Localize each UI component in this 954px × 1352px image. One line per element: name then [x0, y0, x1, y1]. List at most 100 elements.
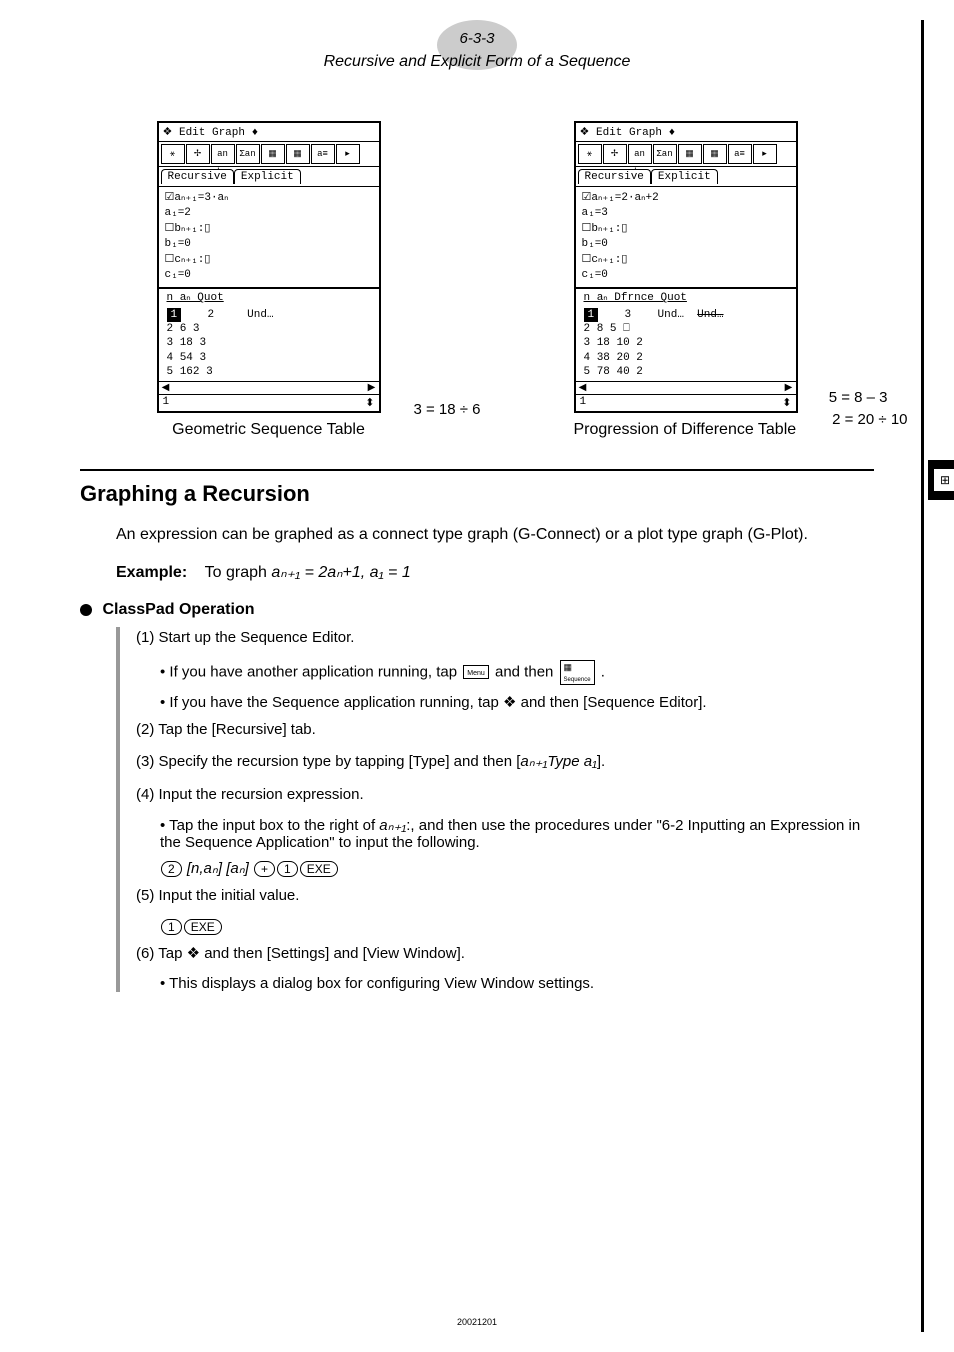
bullet-icon	[80, 604, 92, 616]
tab-explicit[interactable]: Explicit	[234, 169, 301, 184]
right-margin-line	[921, 20, 924, 1332]
example-line: Example: To graph aₙ₊₁ = 2aₙ+1, a₁ = 1	[116, 561, 874, 585]
key-plus: +	[254, 861, 275, 877]
scroll-left-icon[interactable]: ◀	[161, 382, 171, 394]
example-text: To graph	[205, 564, 272, 581]
menubar-left: ❖ Edit Graph ♦	[159, 123, 379, 142]
table-row: 1 2 Und…	[167, 308, 371, 322]
scroll-right-icon[interactable]: ▶	[367, 382, 377, 394]
operation-heading: ClassPad Operation	[116, 601, 874, 619]
equation-area-left: ☑aₙ₊₁=3·aₙ a₁=2 ☐bₙ₊₁:▯ b₁=0 ☐cₙ₊₁:▯ c₁=…	[159, 186, 379, 287]
scroll-left-icon[interactable]: ◀	[578, 382, 588, 394]
key-1: 1	[277, 861, 298, 877]
eq-line: ☐cₙ₊₁:▯	[165, 253, 373, 268]
s3-pre: (3) Specify the recursion type by tappin…	[136, 753, 520, 770]
sequence-icon: ▦Sequence	[560, 660, 595, 685]
figure-left: ❖ Edit Graph ♦ ⚹ ✢ an bn Σan ▦ ▦ a≡ ▸ Re…	[157, 121, 381, 439]
key-exe: EXE	[300, 861, 338, 877]
row1-an: 2	[208, 309, 215, 321]
table-row: 5 78 40 2	[584, 365, 788, 379]
annotation-right-2: 2 = 20 ÷ 10	[832, 411, 907, 428]
eq-line: ☐cₙ₊₁:▯	[582, 253, 790, 268]
key-exe: EXE	[184, 919, 222, 935]
table-row: 4 54 3	[167, 351, 371, 365]
eq-line: ☑aₙ₊₁=3·aₙ	[165, 191, 373, 206]
toolbar-btn[interactable]: ▦	[286, 144, 310, 164]
table-row: 3 18 3	[167, 336, 371, 350]
toolbar-btn[interactable]: ▸	[336, 144, 360, 164]
s4a-formula: aₙ₊₁	[379, 817, 406, 834]
step-1: (1) Start up the Sequence Editor.	[136, 627, 874, 650]
toolbar-btn[interactable]: a≡	[311, 144, 335, 164]
example-formula: aₙ₊₁ = 2aₙ+1, a₁ = 1	[271, 564, 410, 581]
h-scrollbar[interactable]: ◀ ▶	[159, 381, 379, 394]
row1-q: Und…	[247, 309, 273, 321]
tab-recursive[interactable]: Recursive	[578, 169, 651, 184]
eq-line: c₁=0	[582, 268, 790, 283]
toolbar-btn[interactable]: Σan	[236, 144, 260, 164]
tabs-right: Recursive Explicit	[576, 167, 796, 186]
toolbar-btn[interactable]: ▦	[678, 144, 702, 164]
tab-explicit[interactable]: Explicit	[651, 169, 718, 184]
equation-area-right: ☑aₙ₊₁=2·aₙ+2 a₁=3 ☐bₙ₊₁:▯ b₁=0 ☐cₙ₊₁:▯ c…	[576, 186, 796, 287]
section-divider	[80, 469, 874, 471]
toolbar-btn[interactable]: ▸	[753, 144, 777, 164]
toolbar-btn[interactable]: an bn	[628, 144, 652, 164]
table-row: 5 162 3	[167, 365, 371, 379]
toolbar-btn[interactable]: a≡	[728, 144, 752, 164]
toolbar-btn[interactable]: an bn	[211, 144, 235, 164]
table-header: n aₙ Quot	[167, 291, 371, 305]
step-2: (2) Tap the [Recursive] tab.	[136, 719, 874, 742]
intro-text: An expression can be graphed as a connec…	[116, 523, 874, 547]
tabs-left: Recursive Explicit	[159, 167, 379, 186]
status-icon: ⬍	[782, 396, 791, 410]
step-6: (6) Tap ❖ and then [Settings] and [View …	[136, 943, 874, 966]
table-row: 4 38 20 2	[584, 351, 788, 365]
eq-line: c₁=0	[165, 268, 373, 283]
caption-left: Geometric Sequence Table	[172, 421, 365, 439]
table-row: 2 6 3	[167, 322, 371, 336]
toolbar-btn[interactable]: ✢	[186, 144, 210, 164]
example-label: Example:	[116, 564, 187, 581]
status-value: 1	[163, 396, 170, 410]
step-1b: • If you have the Sequence application r…	[160, 693, 874, 711]
s1a-end: .	[601, 663, 605, 680]
eq-line: a₁=2	[165, 206, 373, 221]
scroll-right-icon[interactable]: ▶	[784, 382, 794, 394]
tab-recursive[interactable]: Recursive	[161, 169, 234, 184]
step-3: (3) Specify the recursion type by tappin…	[136, 751, 874, 774]
toolbar-btn[interactable]: ⚹	[578, 144, 602, 164]
section-title: Graphing a Recursion	[80, 481, 874, 507]
annotation-right-1: 5 = 8 – 3	[829, 389, 888, 406]
toolbar-left: ⚹ ✢ an bn Σan ▦ ▦ a≡ ▸	[159, 142, 379, 167]
toolbar-btn[interactable]: ✢	[603, 144, 627, 164]
table-row: 1 3 Und… Und…	[584, 308, 788, 322]
menu-icon	[463, 665, 489, 679]
calc-screen-left: ❖ Edit Graph ♦ ⚹ ✢ an bn Σan ▦ ▦ a≡ ▸ Re…	[157, 121, 381, 413]
eq-line: a₁=3	[582, 206, 790, 221]
row1-d: Und…	[658, 309, 684, 321]
h-scrollbar[interactable]: ◀ ▶	[576, 381, 796, 394]
eq-line: b₁=0	[165, 237, 373, 252]
toolbar-btn[interactable]: ▦	[703, 144, 727, 164]
side-keypad-icon: ⊞	[928, 460, 954, 500]
eq-line: ☐bₙ₊₁:▯	[582, 222, 790, 237]
toolbar-btn[interactable]: Σan	[653, 144, 677, 164]
status-bar-left: 1 ⬍	[159, 394, 379, 411]
toolbar-btn[interactable]: ⚹	[161, 144, 185, 164]
s1a-pre: • If you have another application runnin…	[160, 663, 461, 680]
page-subtitle: Recursive and Explicit Form of a Sequenc…	[80, 53, 874, 71]
row1-n: 1	[167, 308, 182, 322]
footer-date: 20021201	[457, 1317, 497, 1327]
step-6a: • This displays a dialog box for configu…	[160, 975, 874, 992]
eq-line: ☑aₙ₊₁=2·aₙ+2	[582, 191, 790, 206]
table-area-right: n aₙ Dfrnce Quot 1 3 Und… Und… 2 8 5 ⎕ 3…	[576, 287, 796, 394]
step-4: (4) Input the recursion expression.	[136, 784, 874, 807]
eq-line: b₁=0	[582, 237, 790, 252]
step-4a: • Tap the input box to the right of aₙ₊₁…	[160, 816, 874, 851]
toolbar-btn[interactable]: ▦	[261, 144, 285, 164]
page-number: 6-3-3	[80, 30, 874, 47]
s4b-text: [n,aₙ] [aₙ]	[187, 860, 249, 877]
status-icon: ⬍	[365, 396, 374, 410]
keypad-grid-icon: ⊞	[934, 469, 954, 491]
